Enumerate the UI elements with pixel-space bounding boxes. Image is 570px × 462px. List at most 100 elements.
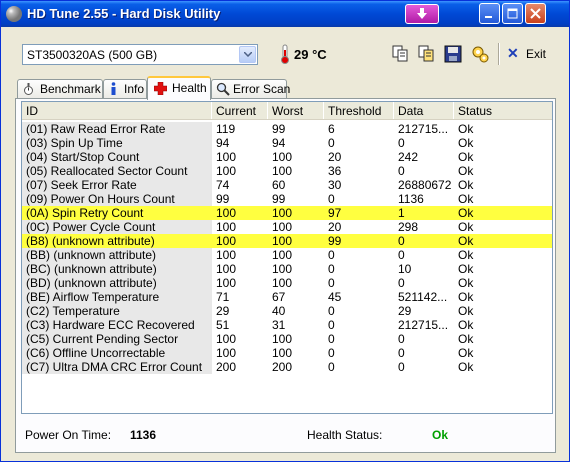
cell-threshold: 0 <box>328 276 335 290</box>
cell-threshold: 0 <box>328 360 335 374</box>
table-row[interactable]: (C6) Offline Uncorrectable 100 100 0 0 Ok <box>22 346 552 360</box>
cell-threshold: 0 <box>328 136 335 150</box>
cell-id: (C6) Offline Uncorrectable <box>22 346 212 360</box>
cell-threshold: 36 <box>328 164 342 178</box>
table-row[interactable]: (09) Power On Hours Count 99 99 0 1136 Ok <box>22 192 552 206</box>
cell-data: 0 <box>398 360 405 374</box>
table-row[interactable]: (C3) Hardware ECC Recovered 51 31 0 212715..… <box>22 318 552 332</box>
cell-threshold: 6 <box>328 122 335 136</box>
tab-health[interactable]: Health <box>147 76 211 100</box>
col-header-worst[interactable]: Worst <box>268 102 324 119</box>
copy-icon[interactable] <box>390 44 410 64</box>
cell-id: (04) Start/Stop Count <box>22 150 212 164</box>
info-icon <box>111 82 116 95</box>
cell-id: (BE) Airflow Temperature <box>22 290 212 304</box>
cell-threshold: 45 <box>328 290 342 304</box>
cell-threshold: 0 <box>328 248 335 262</box>
cell-threshold: 30 <box>328 178 342 192</box>
cell-status: Ok <box>458 150 474 164</box>
copy-all-icon[interactable] <box>416 44 436 64</box>
magnifier-icon <box>216 82 230 96</box>
cell-data: 0 <box>398 346 405 360</box>
cell-worst: 67 <box>272 290 286 304</box>
col-header-data[interactable]: Data <box>394 102 454 119</box>
cell-current: 29 <box>216 304 230 318</box>
cell-current: 200 <box>216 360 237 374</box>
cell-status: Ok <box>458 178 474 192</box>
cell-data: 1 <box>398 206 405 220</box>
cell-threshold: 0 <box>328 262 335 276</box>
cell-status: Ok <box>458 276 474 290</box>
tab-info-label: Info <box>124 82 145 96</box>
tab-health-label: Health <box>172 81 207 95</box>
cell-current: 100 <box>216 248 237 262</box>
col-header-id[interactable]: ID <box>22 102 212 119</box>
cell-status: Ok <box>458 192 474 206</box>
download-button[interactable] <box>405 4 439 24</box>
cell-data: 10 <box>398 262 412 276</box>
table-row[interactable]: (BC) (unknown attribute) 100 100 0 10 Ok <box>22 262 552 276</box>
table-row[interactable]: (BD) (unknown attribute) 100 100 0 0 Ok <box>22 276 552 290</box>
table-row[interactable]: (C7) Ultra DMA CRC Error Count 200 200 0 0 Ok <box>22 360 552 374</box>
tab-benchmark[interactable]: Benchmark <box>17 79 103 98</box>
chevron-down-icon[interactable] <box>239 46 256 63</box>
cell-current: 71 <box>216 290 230 304</box>
close-icon <box>530 8 541 19</box>
cell-id: (0C) Power Cycle Count <box>22 220 212 234</box>
cell-current: 119 <box>216 122 236 136</box>
cell-threshold: 99 <box>328 234 342 248</box>
cell-worst: 100 <box>272 332 293 346</box>
cell-current: 100 <box>216 206 237 220</box>
cell-status: Ok <box>458 122 474 136</box>
cell-id: (07) Seek Error Rate <box>22 178 212 192</box>
table-row[interactable]: (0A) Spin Retry Count 100 100 97 1 Ok <box>22 206 552 220</box>
col-header-threshold[interactable]: Threshold <box>324 102 394 119</box>
cell-worst: 100 <box>272 346 293 360</box>
health-cross-icon <box>154 82 167 95</box>
cell-status: Ok <box>458 248 474 262</box>
cell-worst: 100 <box>272 276 293 290</box>
save-icon[interactable] <box>443 44 463 64</box>
cell-current: 100 <box>216 220 237 234</box>
cell-worst: 99 <box>272 122 286 136</box>
table-row[interactable]: (B8) (unknown attribute) 100 100 99 0 Ok <box>22 234 552 248</box>
table-row[interactable]: (03) Spin Up Time 94 94 0 0 Ok <box>22 136 552 150</box>
col-header-current[interactable]: Current <box>212 102 268 119</box>
table-row[interactable]: (0C) Power Cycle Count 100 100 20 298 Ok <box>22 220 552 234</box>
maximize-button[interactable] <box>502 3 523 24</box>
cell-id: (BD) (unknown attribute) <box>22 276 212 290</box>
cell-worst: 200 <box>272 360 293 374</box>
cell-id: (B8) (unknown attribute) <box>26 234 155 248</box>
cell-id: (09) Power On Hours Count <box>22 192 212 206</box>
cell-data: 0 <box>398 164 405 178</box>
minimize-button[interactable] <box>479 3 500 24</box>
title-bar[interactable]: HD Tune 2.55 - Hard Disk Utility <box>1 1 569 27</box>
table-row[interactable]: (01) Raw Read Error Rate 119 99 6 212715... O… <box>22 122 552 136</box>
cell-current: 99 <box>216 192 230 206</box>
cell-data: 26880672 <box>398 178 452 192</box>
table-row[interactable]: (C2) Temperature 29 40 0 29 Ok <box>22 304 552 318</box>
tab-info[interactable]: Info <box>103 79 147 98</box>
table-row[interactable]: (05) Reallocated Sector Count 100 100 36 0 Ok <box>22 164 552 178</box>
table-row[interactable]: (BB) (unknown attribute) 100 100 0 0 Ok <box>22 248 552 262</box>
cell-worst: 100 <box>272 164 293 178</box>
cell-threshold: 0 <box>328 346 335 360</box>
cell-data: 212715... <box>398 318 449 332</box>
cell-status: Ok <box>458 360 474 374</box>
table-row[interactable]: (04) Start/Stop Count 100 100 20 242 Ok <box>22 150 552 164</box>
close-button[interactable] <box>525 3 546 24</box>
cell-status: Ok <box>458 318 474 332</box>
table-row[interactable]: (BE) Airflow Temperature 71 67 45 521142... O… <box>22 290 552 304</box>
cell-threshold: 0 <box>328 332 335 346</box>
table-row[interactable]: (07) Seek Error Rate 74 60 30 26880672 Ok <box>22 178 552 192</box>
drive-select[interactable]: ST3500320AS (500 GB) <box>22 44 258 65</box>
table-row[interactable]: (C5) Current Pending Sector 100 100 0 0 Ok <box>22 332 552 346</box>
cell-id: (05) Reallocated Sector Count <box>22 164 212 178</box>
cell-id: (03) Spin Up Time <box>22 136 212 150</box>
cell-worst: 40 <box>272 304 286 318</box>
col-header-status[interactable]: Status <box>454 102 552 119</box>
window-title: HD Tune 2.55 - Hard Disk Utility <box>27 6 221 21</box>
cell-current: 94 <box>216 136 230 150</box>
tab-error-scan[interactable]: Error Scan <box>211 79 290 98</box>
options-icon[interactable] <box>470 44 490 64</box>
